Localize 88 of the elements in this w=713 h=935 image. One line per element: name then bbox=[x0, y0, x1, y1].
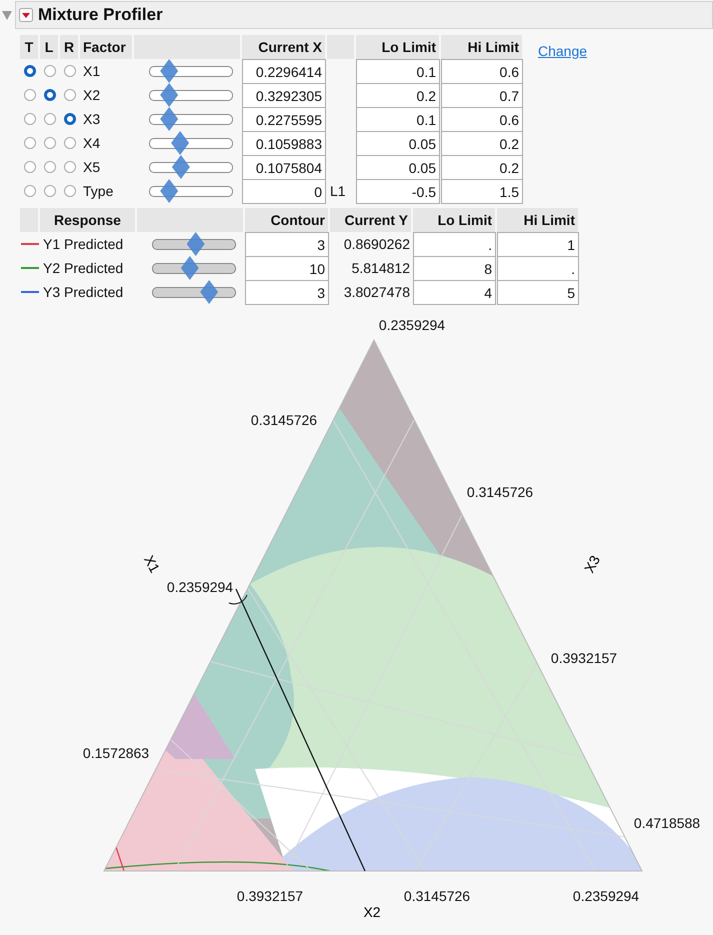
radio-button[interactable] bbox=[64, 113, 76, 125]
column-header: Contour bbox=[245, 208, 330, 232]
factor-name: X4 bbox=[82, 134, 102, 153]
factor-name: X5 bbox=[82, 158, 102, 177]
tick-label: 0.2359294 bbox=[166, 579, 234, 595]
value-field[interactable]: 0.1 bbox=[356, 59, 440, 84]
value-field[interactable]: 0.6 bbox=[441, 107, 523, 132]
axis-label: X2 bbox=[363, 904, 381, 920]
radio-button[interactable] bbox=[24, 185, 36, 197]
radio-button[interactable] bbox=[44, 137, 56, 149]
radio-button[interactable] bbox=[44, 185, 56, 197]
value-field[interactable]: 1 bbox=[497, 232, 579, 257]
value-field[interactable]: 0.1075804 bbox=[242, 155, 326, 180]
value-field[interactable]: 5 bbox=[497, 280, 579, 305]
factor-name: X3 bbox=[82, 110, 102, 129]
response-name: Y2 Predicted bbox=[42, 259, 124, 278]
radio-button[interactable] bbox=[44, 89, 56, 101]
value-field[interactable]: 4 bbox=[413, 280, 496, 305]
value-text: 5.814812 bbox=[350, 259, 411, 278]
radio-button[interactable] bbox=[24, 113, 36, 125]
value-field[interactable]: 0 bbox=[242, 179, 326, 204]
value-field[interactable]: 8 bbox=[413, 256, 496, 281]
radio-button[interactable] bbox=[44, 161, 56, 173]
section-title: Mixture Profiler bbox=[38, 5, 163, 25]
value-field[interactable]: 1.5 bbox=[441, 179, 523, 204]
column-header: Current X bbox=[242, 35, 327, 59]
tick-label: 0.3145726 bbox=[404, 888, 470, 904]
tick-label: 0.4718588 bbox=[634, 815, 700, 831]
value-field[interactable]: 0.05 bbox=[356, 155, 440, 180]
column-header: Factor bbox=[80, 35, 134, 59]
response-name: Y3 Predicted bbox=[42, 283, 124, 302]
radio-button[interactable] bbox=[24, 161, 36, 173]
factor-name: Type bbox=[82, 182, 114, 201]
value-field[interactable]: 0.6 bbox=[441, 59, 523, 84]
value-field[interactable]: 3 bbox=[245, 232, 329, 257]
header-cell bbox=[327, 35, 356, 59]
radio-button[interactable] bbox=[24, 65, 36, 77]
factor-name: X2 bbox=[82, 86, 102, 105]
value-field[interactable]: 0.2275595 bbox=[242, 107, 326, 132]
tick-label: 0.1572863 bbox=[82, 745, 150, 761]
value-field[interactable]: 3 bbox=[245, 280, 329, 305]
value-text: 0.8690262 bbox=[342, 235, 411, 254]
column-header: L bbox=[40, 35, 60, 59]
factor-name: X1 bbox=[82, 62, 102, 81]
menu-icon[interactable] bbox=[19, 8, 33, 22]
column-header: Lo Limit bbox=[413, 208, 497, 232]
value-field[interactable]: 0.2 bbox=[441, 155, 523, 180]
radio-button[interactable] bbox=[64, 89, 76, 101]
radio-button[interactable] bbox=[64, 65, 76, 77]
column-header: T bbox=[20, 35, 40, 59]
tick-label: 0.3932157 bbox=[550, 650, 618, 666]
value-field[interactable]: 0.3292305 bbox=[242, 83, 326, 108]
tick-label: 0.2359294 bbox=[572, 888, 640, 904]
axis-label: X1 bbox=[140, 552, 164, 576]
column-header: Lo Limit bbox=[356, 35, 441, 59]
value-field[interactable]: 0.2 bbox=[441, 131, 523, 156]
column-header: Hi Limit bbox=[497, 208, 580, 232]
value-field[interactable]: 0.1 bbox=[356, 107, 440, 132]
tick-label: 0.3145726 bbox=[250, 412, 318, 428]
radio-button[interactable] bbox=[44, 65, 56, 77]
value-field[interactable]: -0.5 bbox=[356, 179, 440, 204]
value-field[interactable]: 0.2296414 bbox=[242, 59, 326, 84]
axis-label: X3 bbox=[580, 552, 604, 576]
value-field[interactable]: 0.1059883 bbox=[242, 131, 326, 156]
value-field[interactable]: . bbox=[497, 256, 579, 281]
tick-label: 0.3145726 bbox=[466, 484, 534, 500]
column-header: Current Y bbox=[330, 208, 413, 232]
radio-button[interactable] bbox=[64, 137, 76, 149]
value-field[interactable]: 0.2 bbox=[356, 83, 440, 108]
value-field[interactable]: 0.7 bbox=[441, 83, 523, 108]
radio-button[interactable] bbox=[24, 89, 36, 101]
value-text: 3.8027478 bbox=[342, 283, 411, 302]
column-header: Response bbox=[40, 208, 137, 232]
radio-button[interactable] bbox=[44, 113, 56, 125]
value-field[interactable]: 10 bbox=[245, 256, 329, 281]
response-name: Y1 Predicted bbox=[42, 235, 124, 254]
tick-label: 0.3932157 bbox=[236, 888, 304, 904]
value-field[interactable]: 0.05 bbox=[356, 131, 440, 156]
value-field[interactable]: . bbox=[413, 232, 496, 257]
radio-button[interactable] bbox=[64, 185, 76, 197]
disclosure-icon[interactable] bbox=[2, 10, 12, 20]
radio-button[interactable] bbox=[24, 137, 36, 149]
tick-label: 0.2359294 bbox=[378, 317, 446, 333]
radio-button[interactable] bbox=[64, 161, 76, 173]
unit-label: L1 bbox=[329, 182, 347, 201]
column-header: Hi Limit bbox=[441, 35, 524, 59]
change-link[interactable]: Change bbox=[538, 43, 588, 59]
column-header: R bbox=[60, 35, 80, 59]
